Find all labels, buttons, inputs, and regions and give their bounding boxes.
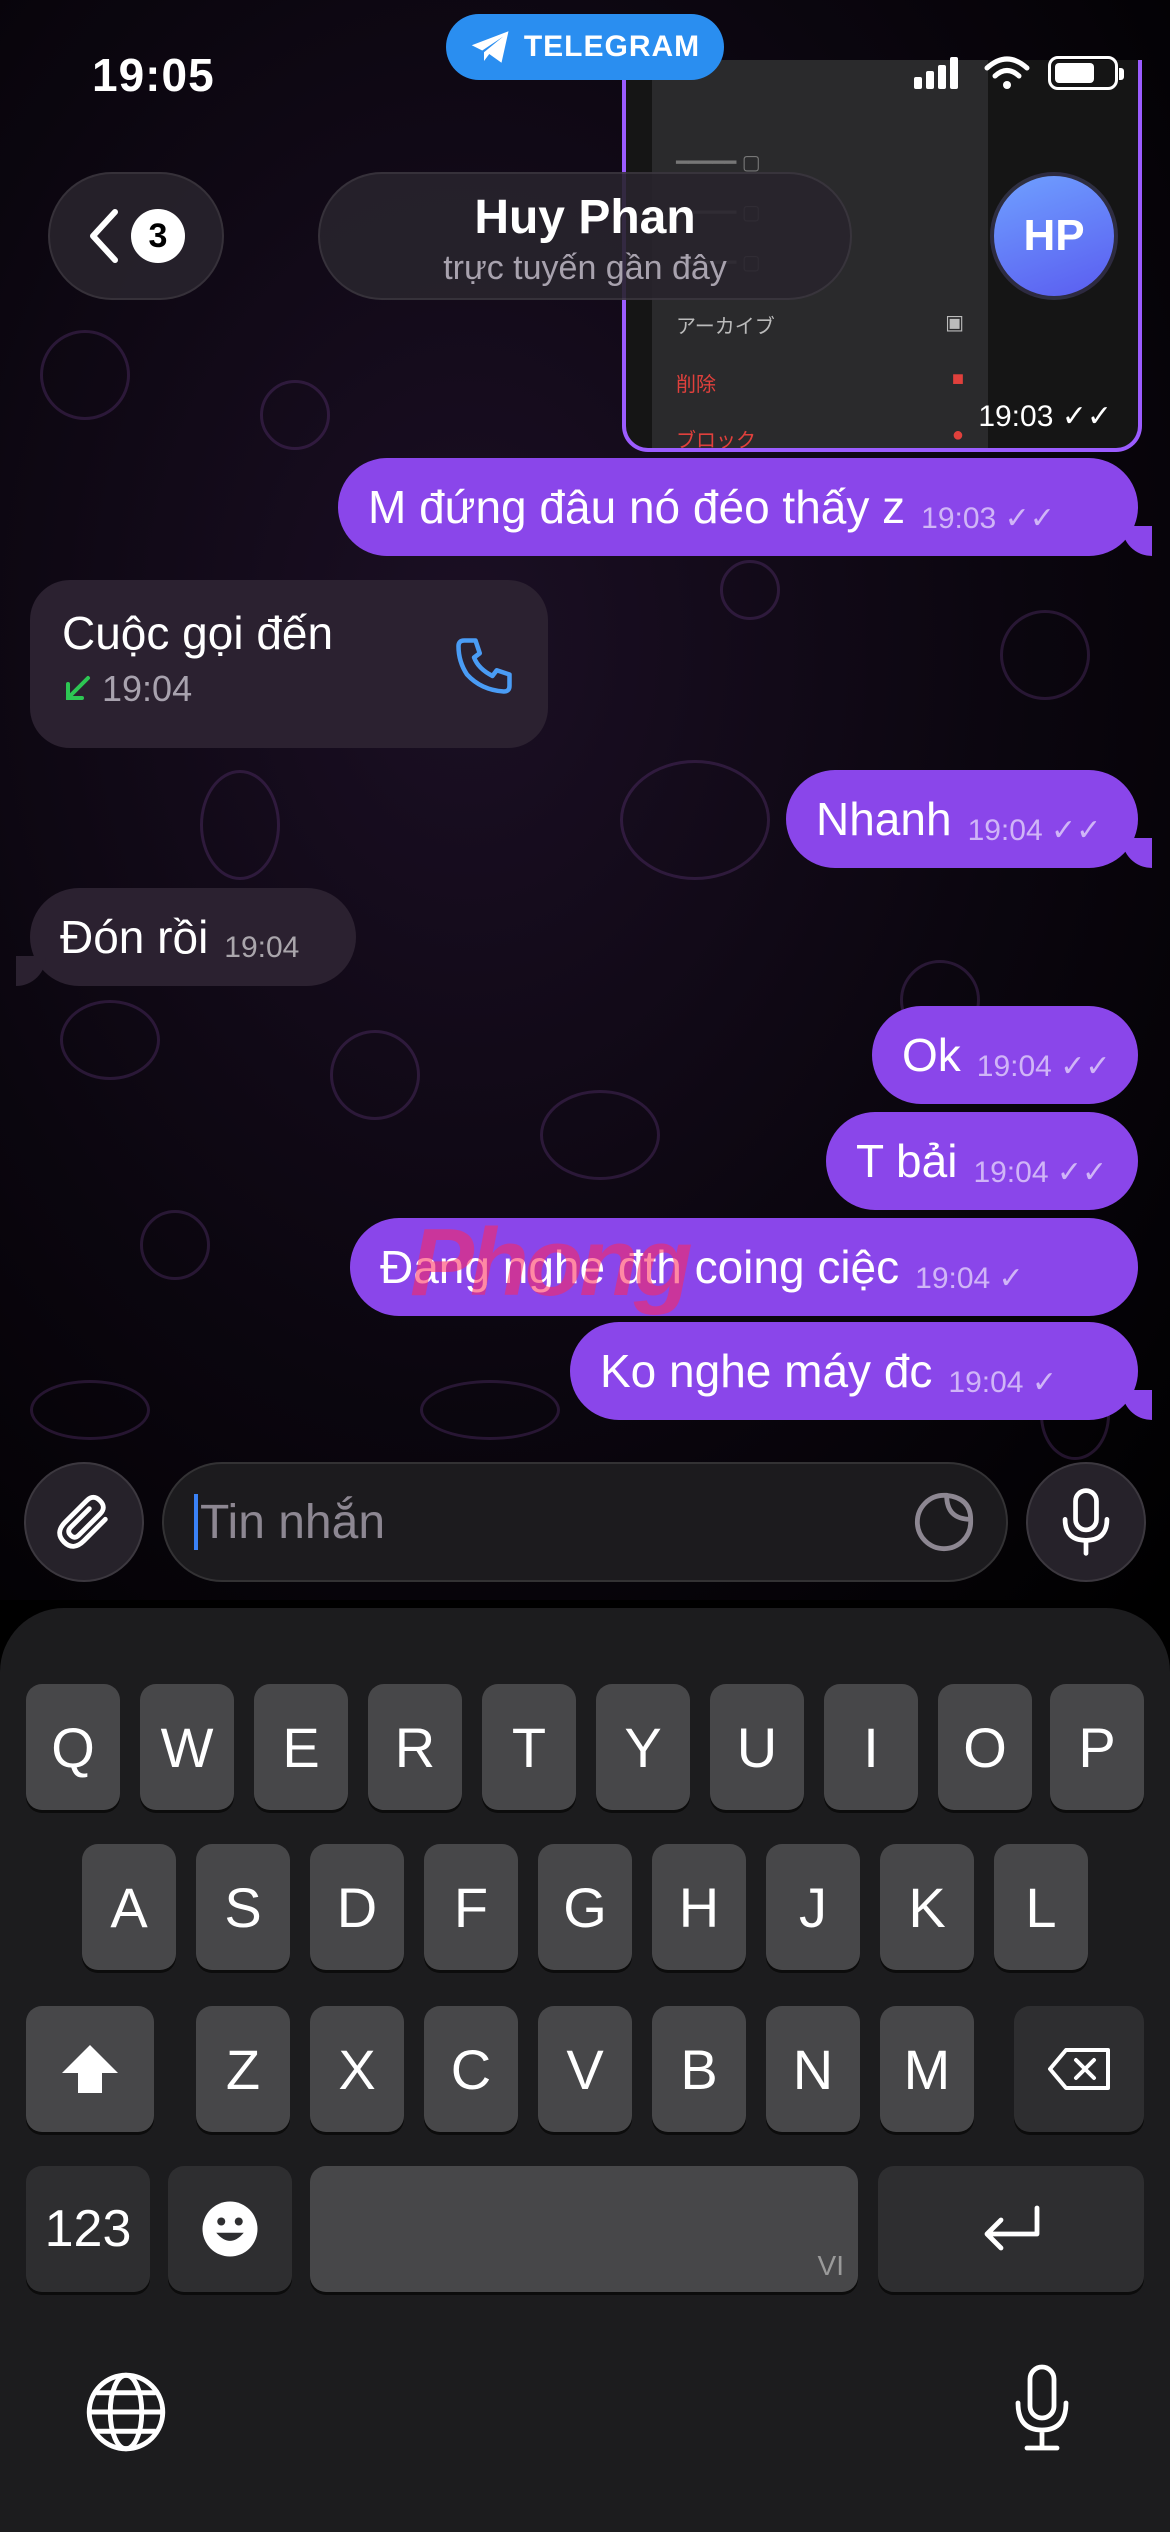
key-m[interactable]: M — [880, 2006, 974, 2132]
key-f[interactable]: F — [424, 1844, 518, 1970]
return-key[interactable] — [878, 2166, 1144, 2292]
key-y[interactable]: Y — [596, 1684, 690, 1810]
key-n[interactable]: N — [766, 2006, 860, 2132]
key-o[interactable]: O — [938, 1684, 1032, 1810]
voice-record-button[interactable] — [1026, 1462, 1146, 1582]
battery-icon — [1048, 56, 1124, 90]
key-x[interactable]: X — [310, 2006, 404, 2132]
microphone-icon — [1062, 1488, 1110, 1556]
backspace-icon — [1048, 2048, 1110, 2090]
key-q[interactable]: Q — [26, 1684, 120, 1810]
telegram-icon — [471, 31, 509, 63]
key-a[interactable]: A — [82, 1844, 176, 1970]
call-time: 19:04 — [102, 668, 193, 709]
globe-icon[interactable] — [84, 2370, 168, 2454]
sticker-icon[interactable] — [912, 1490, 976, 1554]
key-j[interactable]: J — [766, 1844, 860, 1970]
message-bubble[interactable]: T bải 19:04 ✓✓ — [826, 1112, 1138, 1210]
key-g[interactable]: G — [538, 1844, 632, 1970]
message-bubble[interactable]: Đón rồi 19:04 — [16, 888, 356, 986]
message-time: 19:03 ✓✓ — [978, 400, 1112, 433]
return-icon — [984, 2205, 1040, 2251]
key-w[interactable]: W — [140, 1684, 234, 1810]
key-e[interactable]: E — [254, 1684, 348, 1810]
chat-title[interactable]: Huy Phan trực tuyến gần đây — [318, 172, 852, 300]
shift-arrow-icon — [62, 2045, 118, 2093]
status-time: 19:05 — [92, 49, 215, 101]
key-h[interactable]: H — [652, 1844, 746, 1970]
message-bubble[interactable]: M đứng đâu nó đéo thấy z 19:03 ✓✓ — [338, 458, 1152, 556]
key-l[interactable]: L — [994, 1844, 1088, 1970]
telegram-banner[interactable]: TELEGRAM — [446, 14, 724, 80]
paperclip-icon — [57, 1494, 108, 1549]
key-s[interactable]: S — [196, 1844, 290, 1970]
message-input-field[interactable] — [162, 1462, 1008, 1582]
emoji-key[interactable] — [168, 2166, 292, 2292]
wifi-icon — [984, 56, 1030, 89]
message-input[interactable] — [200, 1494, 912, 1550]
emoji-icon — [202, 2201, 258, 2257]
arrow-incoming-icon — [66, 676, 90, 700]
key-v[interactable]: V — [538, 2006, 632, 2132]
contact-status: trực tuyến gần đây — [443, 249, 727, 287]
attach-button[interactable] — [24, 1462, 144, 1582]
key-b[interactable]: B — [652, 2006, 746, 2132]
menu-archive: アーカイブ ▣ — [676, 312, 964, 338]
message-bubble[interactable]: Nhanh 19:04 ✓✓ — [786, 770, 1152, 868]
signal-icon — [914, 57, 958, 89]
key-r[interactable]: R — [368, 1684, 462, 1810]
message-bubble[interactable]: Ok 19:04 ✓✓ — [872, 1006, 1138, 1104]
language-indicator: VI — [817, 2250, 844, 2281]
banner-label: TELEGRAM — [523, 30, 701, 63]
contact-name: Huy Phan — [474, 191, 696, 244]
dictation-microphone-icon[interactable] — [1012, 2364, 1072, 2454]
key-t[interactable]: T — [482, 1684, 576, 1810]
text-caret — [194, 1494, 198, 1550]
key-i[interactable]: I — [824, 1684, 918, 1810]
key-z[interactable]: Z — [196, 2006, 290, 2132]
chevron-left-icon — [90, 209, 118, 263]
numbers-key[interactable]: 123 — [26, 2166, 150, 2292]
menu-delete: 削除 ■ — [676, 368, 964, 396]
watermark-logo: Phong — [410, 1209, 693, 1316]
call-title: Cuộc gọi đến — [62, 607, 334, 659]
key-k[interactable]: K — [880, 1844, 974, 1970]
keyboard: Q W E R T Y U I O P A S D F G H J K L Z … — [0, 1608, 1170, 2532]
shift-key[interactable] — [26, 2006, 154, 2132]
key-u[interactable]: U — [710, 1684, 804, 1810]
backspace-key[interactable] — [1014, 2006, 1144, 2132]
incoming-call-message[interactable]: Cuộc gọi đến 19:04 — [30, 580, 548, 748]
key-c[interactable]: C — [424, 2006, 518, 2132]
status-icons — [914, 56, 1124, 90]
space-key[interactable]: VI — [310, 2166, 858, 2292]
back-button[interactable]: 3 — [48, 172, 224, 300]
message-bubble[interactable]: Ko nghe máy đc 19:04 ✓ — [570, 1322, 1152, 1420]
key-d[interactable]: D — [310, 1844, 404, 1970]
avatar[interactable]: HP — [990, 172, 1118, 300]
menu-block: ブロック ● — [676, 424, 964, 452]
phone-icon[interactable] — [450, 632, 518, 700]
unread-badge: 3 — [131, 209, 185, 263]
key-p[interactable]: P — [1050, 1684, 1144, 1810]
